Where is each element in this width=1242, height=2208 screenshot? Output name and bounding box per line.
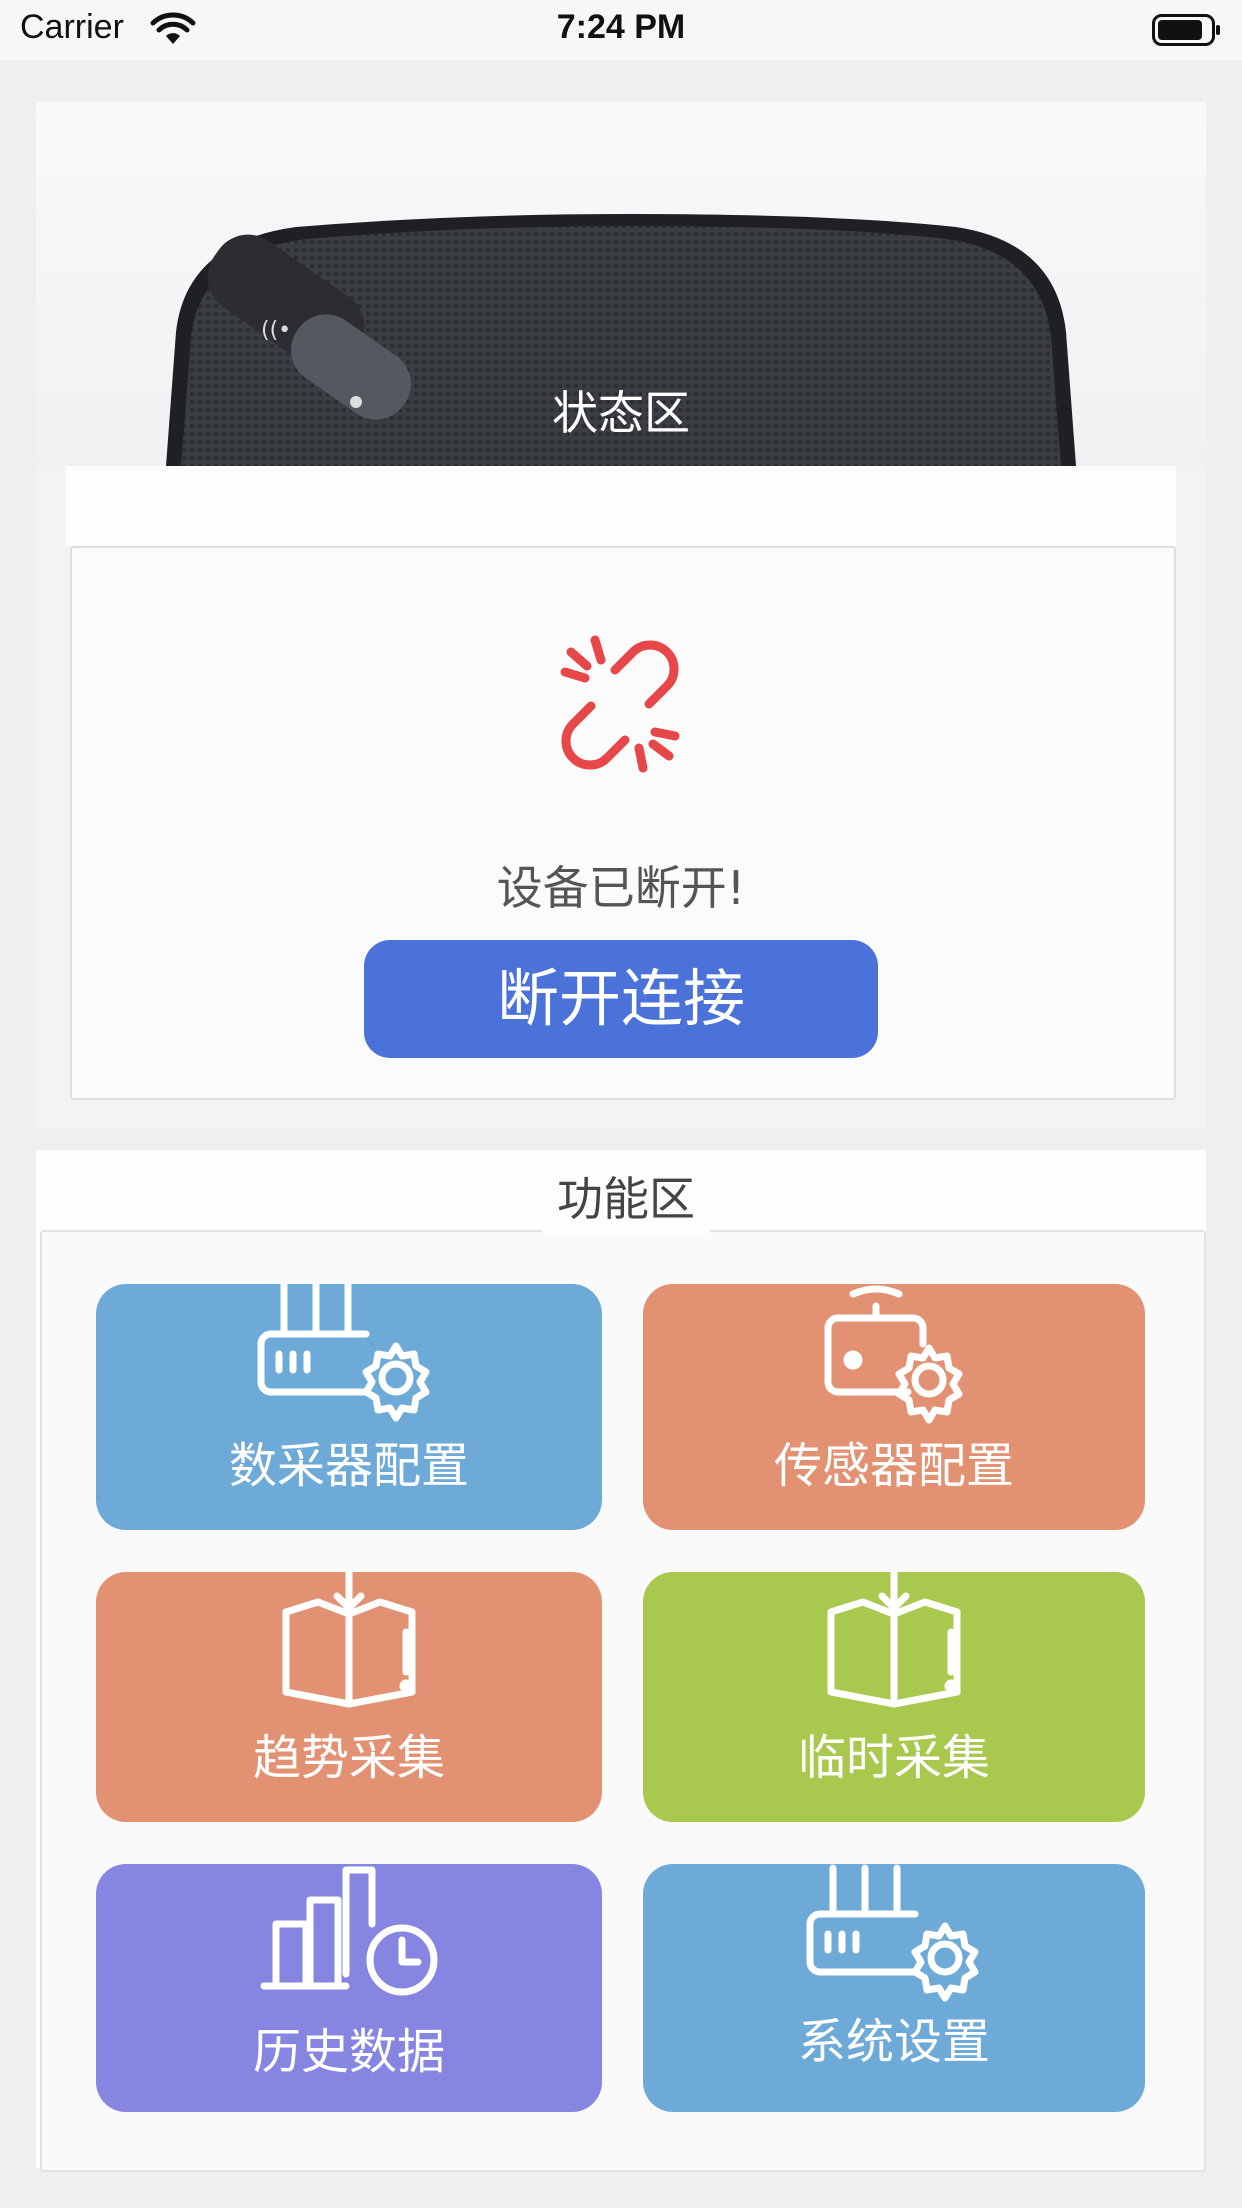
clock: 7:24 PM <box>556 8 686 46</box>
tile-temporary-collection[interactable]: 临时采集 <box>643 1572 1145 1822</box>
tile-label: 临时采集 <box>797 1730 990 1786</box>
function-area-title: 功能区 <box>542 1164 710 1234</box>
tile-label: 趋势采集 <box>252 1730 445 1786</box>
status-area-header <box>66 466 1176 546</box>
tile-sensor-config[interactable]: 传感器配置 <box>643 1284 1145 1530</box>
disconnect-button[interactable]: 断开连接 <box>364 940 878 1058</box>
status-bar: Carrier 7:24 PM <box>0 0 1242 60</box>
tile-collector-config[interactable]: 数采器配置 <box>96 1284 602 1530</box>
router-settings-icon <box>806 1864 979 2002</box>
tile-label: 历史数据 <box>252 2024 445 2080</box>
battery-icon <box>1152 14 1220 46</box>
broken-link-icon <box>560 635 680 773</box>
svg-text:((•: ((• <box>261 318 291 343</box>
connection-status-message: 设备已断开! <box>496 861 746 915</box>
tile-label: 系统设置 <box>797 2014 990 2070</box>
tile-label: 数采器配置 <box>228 1438 469 1494</box>
tile-history-data[interactable]: 历史数据 <box>96 1864 602 2112</box>
tile-trend-collection[interactable]: 趋势采集 <box>96 1572 602 1822</box>
status-area-title: 状态区 <box>552 386 690 440</box>
tile-system-settings[interactable]: 系统设置 <box>643 1864 1145 2112</box>
status-area-banner: ((• 状态区 <box>36 102 1206 466</box>
tile-label: 传感器配置 <box>773 1438 1014 1494</box>
